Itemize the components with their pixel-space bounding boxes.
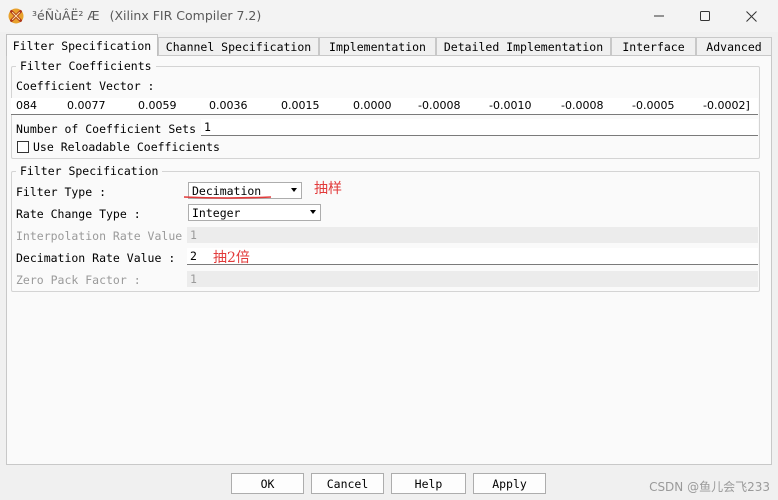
cancel-button[interactable]: Cancel xyxy=(311,473,384,494)
decimation-rate-value: 2 xyxy=(190,249,197,263)
tab-implementation[interactable]: Implementation xyxy=(319,37,436,55)
filter-coefficients-legend: Filter Coefficients xyxy=(20,59,152,73)
reloadable-coefficients-checkbox[interactable] xyxy=(17,141,29,153)
apply-button[interactable]: Apply xyxy=(473,473,546,494)
coef-value: 0.0077 xyxy=(67,99,106,112)
decimation-rate-label: Decimation Rate Value : xyxy=(16,251,176,265)
filter-specification-legend: Filter Specification xyxy=(20,164,159,178)
close-button[interactable] xyxy=(728,0,774,32)
decimation-annotation: 抽2倍 xyxy=(213,250,250,266)
zero-pack-factor-field: 1 xyxy=(187,271,758,287)
decimation-rate-field[interactable]: 2 xyxy=(187,248,758,265)
filter-type-label: Filter Type : xyxy=(16,185,107,199)
tab-bar: Filter Specification Channel Specificati… xyxy=(6,34,772,56)
red-underline-annotation xyxy=(183,196,272,199)
rate-change-type-value: Integer xyxy=(192,206,241,220)
window-title: ³éÑùÂË² Æ (Xilinx FIR Compiler 7.2) xyxy=(32,8,261,23)
num-coefficient-sets-field[interactable]: 1 xyxy=(201,119,758,136)
window-title-main: (Xilinx FIR Compiler 7.2) xyxy=(109,8,262,23)
maximize-button[interactable] xyxy=(682,0,728,32)
coef-value: 0.0015 xyxy=(281,99,320,112)
num-coefficient-sets-value: 1 xyxy=(204,120,211,134)
coef-value: -0.0010 xyxy=(489,99,532,112)
ok-button[interactable]: OK xyxy=(231,473,304,494)
reloadable-coefficients-label: Use Reloadable Coefficients xyxy=(33,140,220,154)
tab-detailed-implementation[interactable]: Detailed Implementation xyxy=(436,37,611,55)
tab-interface[interactable]: Interface xyxy=(611,37,696,55)
coef-value: 0.0000 xyxy=(353,99,392,112)
coefficient-vector-label: Coefficient Vector : xyxy=(16,79,155,93)
minimize-icon xyxy=(654,15,664,17)
num-coefficient-sets-label: Number of Coefficient Sets : xyxy=(16,122,210,136)
chevron-down-icon xyxy=(291,188,297,192)
filter-type-annotation: 抽样 xyxy=(314,181,342,197)
tab-advanced[interactable]: Advanced xyxy=(696,37,772,55)
minimize-button[interactable] xyxy=(636,0,682,32)
title-bar: ³éÑùÂË² Æ (Xilinx FIR Compiler 7.2) xyxy=(0,0,778,32)
maximize-icon xyxy=(700,11,710,21)
coef-value: -0.0002] xyxy=(703,99,750,112)
interpolation-rate-label: Interpolation Rate Value : xyxy=(16,229,197,243)
coef-value: -0.0008 xyxy=(561,99,604,112)
help-button[interactable]: Help xyxy=(391,473,466,494)
coefficient-vector-input[interactable]: 084 0.0077 0.0059 0.0036 0.0015 0.0000 -… xyxy=(11,98,758,115)
tab-channel-specification[interactable]: Channel Specification xyxy=(158,37,319,55)
coef-value: 084 xyxy=(16,99,37,112)
rate-change-type-label: Rate Change Type : xyxy=(16,207,141,221)
chevron-down-icon xyxy=(310,210,316,214)
interpolation-rate-field: 1 xyxy=(187,227,758,243)
coef-value: -0.0005 xyxy=(632,99,675,112)
tab-filter-specification[interactable]: Filter Specification xyxy=(6,34,158,56)
coef-value: 0.0036 xyxy=(209,99,248,112)
xilinx-app-icon xyxy=(8,8,24,24)
coef-value: 0.0059 xyxy=(138,99,177,112)
zero-pack-factor-label: Zero Pack Factor : xyxy=(16,273,141,287)
coef-value: -0.0008 xyxy=(418,99,461,112)
watermark: CSDN @鱼儿会飞233 xyxy=(649,480,770,494)
close-icon xyxy=(745,10,757,22)
zero-pack-factor-value: 1 xyxy=(190,272,197,286)
rate-change-type-select[interactable]: Integer xyxy=(188,204,321,221)
interpolation-rate-value: 1 xyxy=(190,228,197,242)
window-title-garbled: ³éÑùÂË² Æ xyxy=(32,8,100,23)
